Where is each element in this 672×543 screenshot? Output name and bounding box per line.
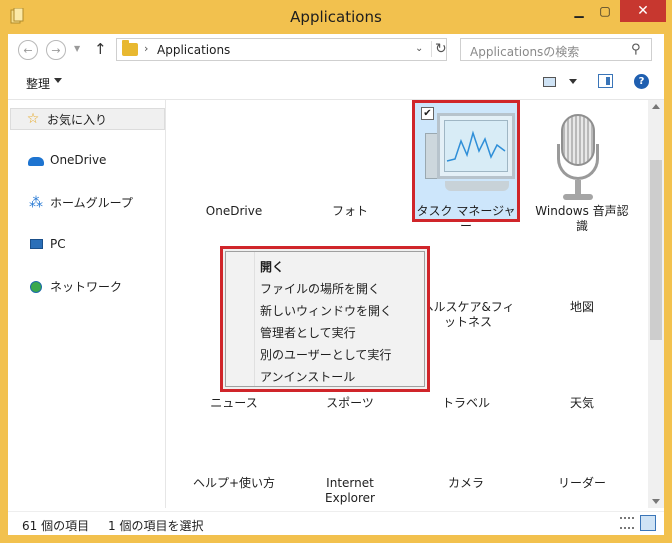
selection-checkbox[interactable]: ✔ <box>421 107 434 120</box>
help-icon[interactable]: ? <box>634 74 649 89</box>
address-row: ← → ▼ ↑ › Applications ⌄ ↻ Applicationsの… <box>8 34 664 64</box>
item-count: 61 個の項目 <box>22 519 90 533</box>
vertical-scrollbar[interactable] <box>648 100 664 508</box>
breadcrumb-chevron-icon[interactable]: › <box>144 42 148 55</box>
item-label-photo[interactable]: フォト <box>300 204 400 219</box>
sidebar-item-network[interactable]: ネットワーク <box>28 278 122 295</box>
cloud-icon <box>28 156 44 166</box>
item-label-voice-recognition[interactable]: Windows 音声認識 <box>530 204 634 234</box>
context-menu: 開く ファイルの場所を開く 新しいウィンドウを開く 管理者として実行 別のユーザ… <box>220 246 430 392</box>
item-label-health-fitness[interactable]: ヘルスケア&フィットネス <box>418 300 518 330</box>
sidebar-item-label: OneDrive <box>50 153 107 167</box>
scroll-up-icon[interactable] <box>652 104 660 109</box>
item-label-maps[interactable]: 地図 <box>532 300 632 315</box>
sidebar-item-label: お気に入り <box>47 112 108 127</box>
menu-item-open-new-window[interactable]: 新しいウィンドウを開く <box>260 302 392 320</box>
status-bar: 61 個の項目 1 個の項目を選択 <box>8 511 664 535</box>
address-dropdown-icon[interactable]: ⌄ <box>415 43 423 54</box>
organize-button[interactable]: 整理 <box>26 75 50 92</box>
sidebar-item-favorites[interactable]: ☆ お気に入り <box>10 108 165 130</box>
close-button[interactable]: ✕ <box>620 0 666 22</box>
folder-icon <box>122 40 138 56</box>
explorer-window: Applications ▁ ▢ ✕ ← → ▼ ↑ › Application… <box>0 0 672 543</box>
preview-pane-icon[interactable] <box>598 74 613 88</box>
item-label-internet-explorer[interactable]: Internet Explorer <box>308 476 392 506</box>
scroll-down-icon[interactable] <box>652 499 660 504</box>
address-bar[interactable]: › Applications ⌄ ↻ <box>116 38 447 61</box>
scroll-thumb[interactable] <box>650 160 662 340</box>
computer-icon <box>29 239 43 249</box>
item-label-travel[interactable]: トラベル <box>416 396 516 411</box>
search-placeholder[interactable]: Applicationsの検索 <box>470 43 579 60</box>
item-label-camera[interactable]: カメラ <box>416 476 516 491</box>
search-icon[interactable]: ⚲ <box>631 42 641 57</box>
menu-item-run-as-other-user[interactable]: 別のユーザーとして実行 <box>260 346 391 364</box>
homegroup-icon: ⁂ <box>29 194 43 211</box>
menu-item-run-as-admin[interactable]: 管理者として実行 <box>260 324 356 342</box>
large-icons-view-icon[interactable] <box>640 515 656 531</box>
item-label-help[interactable]: ヘルプ+使い方 <box>184 476 284 491</box>
maximize-button[interactable]: ▢ <box>592 0 618 22</box>
command-bar: 整理 ? <box>8 64 664 100</box>
back-button[interactable]: ← <box>18 40 38 60</box>
monitor-icon <box>437 113 515 179</box>
minimize-button[interactable]: ▁ <box>566 0 592 22</box>
navigation-pane: ☆ お気に入り OneDrive ⁂ ホームグループ PC ネットワーク <box>8 100 166 508</box>
sidebar-item-label: PC <box>50 237 66 251</box>
forward-button[interactable]: → <box>46 40 66 60</box>
item-label-reader[interactable]: リーダー <box>532 476 632 491</box>
content-area: ← → ▼ ↑ › Applications ⌄ ↻ Applicationsの… <box>8 34 664 535</box>
view-options-dropdown[interactable] <box>569 79 577 84</box>
sidebar-item-pc[interactable]: PC <box>28 236 66 252</box>
refresh-icon[interactable]: ↻ <box>431 41 447 57</box>
menu-item-open-file-location[interactable]: ファイルの場所を開く <box>260 280 380 298</box>
item-label-news[interactable]: ニュース <box>184 396 284 411</box>
details-view-icon[interactable] <box>620 517 634 529</box>
address-path[interactable]: Applications <box>157 43 230 57</box>
chevron-down-icon[interactable] <box>54 78 62 83</box>
title-bar: Applications ▁ ▢ ✕ <box>0 0 672 34</box>
item-label-task-manager[interactable]: タスク マネージャー <box>416 204 516 234</box>
menu-item-open[interactable]: 開く <box>260 258 284 276</box>
star-icon: ☆ <box>26 111 40 127</box>
item-label-onedrive[interactable]: OneDrive <box>184 204 284 219</box>
search-input[interactable]: Applicationsの検索 ⚲ <box>460 38 652 61</box>
selection-count: 1 個の項目を選択 <box>108 519 204 533</box>
sidebar-item-label: ネットワーク <box>50 280 123 294</box>
change-view-icon[interactable] <box>543 77 556 87</box>
sidebar-item-label: ホームグループ <box>50 196 133 210</box>
sidebar-item-onedrive[interactable]: OneDrive <box>28 152 106 168</box>
sidebar-item-homegroup[interactable]: ⁂ ホームグループ <box>28 194 133 211</box>
up-button[interactable]: ↑ <box>94 40 107 58</box>
item-label-weather[interactable]: 天気 <box>532 396 632 411</box>
network-icon <box>30 280 42 293</box>
recent-locations-dropdown[interactable]: ▼ <box>74 44 80 53</box>
menu-item-uninstall[interactable]: アンインストール <box>260 368 355 386</box>
item-label-sports[interactable]: スポーツ <box>300 396 400 411</box>
